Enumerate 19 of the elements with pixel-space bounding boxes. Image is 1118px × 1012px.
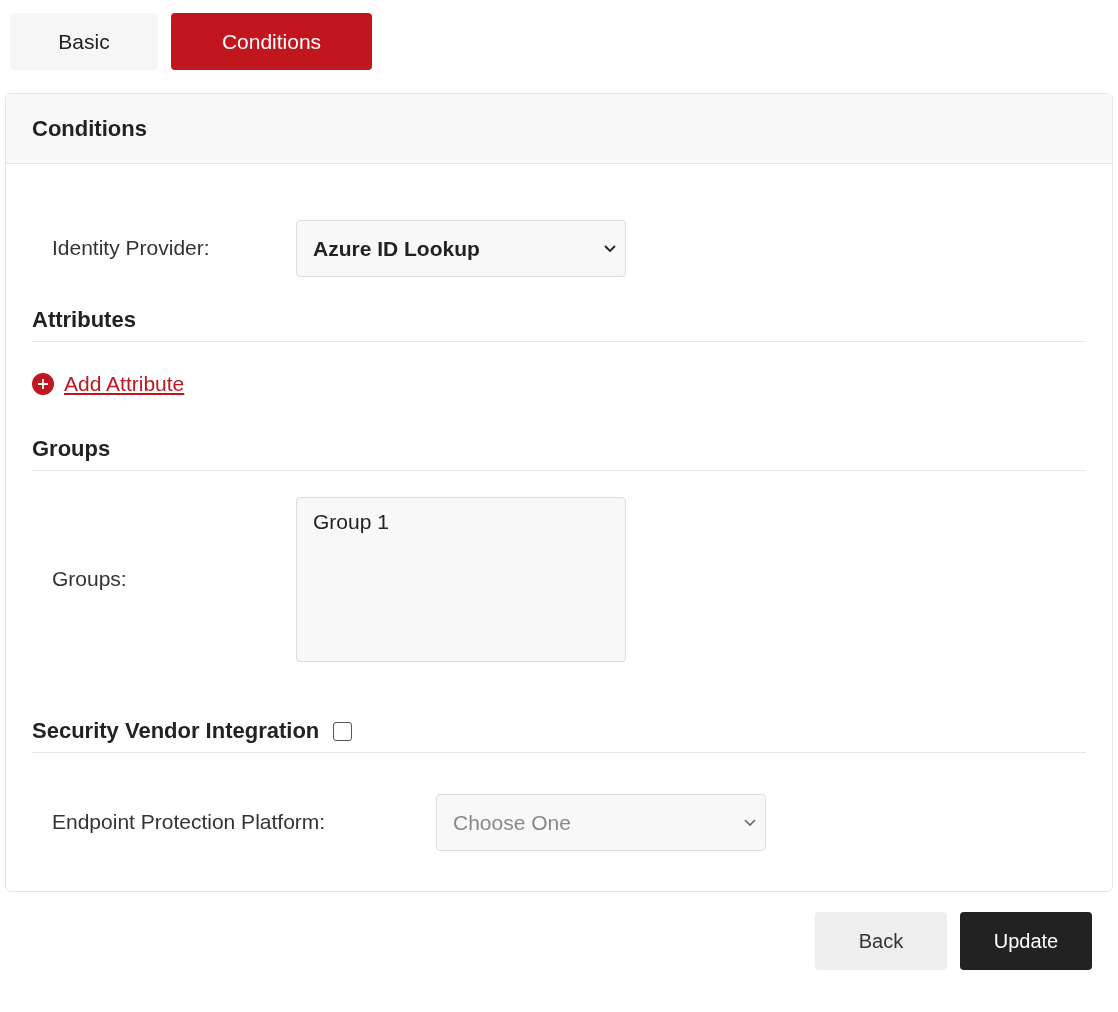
identity-provider-select[interactable]: Azure ID Lookup bbox=[296, 220, 626, 277]
section-heading: Groups bbox=[32, 436, 111, 462]
tab[interactable]: Conditions bbox=[171, 13, 372, 70]
plus-circle-icon bbox=[32, 373, 54, 395]
list-option[interactable]: Group 1 bbox=[313, 510, 609, 534]
checkbox[interactable] bbox=[333, 721, 353, 741]
field-label: Endpoint Protection Platform: bbox=[51, 809, 327, 836]
section-heading: Attributes bbox=[32, 307, 136, 333]
add-attribute-link[interactable]: Add Attribute bbox=[64, 372, 185, 396]
groups-listbox[interactable]: Group 1 bbox=[296, 497, 626, 662]
back-button[interactable]: Back bbox=[815, 912, 947, 970]
chevron-down-icon bbox=[743, 818, 757, 827]
chevron-down-icon bbox=[603, 244, 617, 253]
field-label: Identity Provider: bbox=[51, 235, 211, 262]
panel-title: Conditions bbox=[32, 115, 147, 142]
field-label: Groups: bbox=[51, 566, 128, 593]
update-button[interactable]: Update bbox=[960, 912, 1092, 970]
tab[interactable]: Basic bbox=[10, 13, 158, 70]
section-heading: Security Vendor Integration bbox=[32, 718, 320, 744]
